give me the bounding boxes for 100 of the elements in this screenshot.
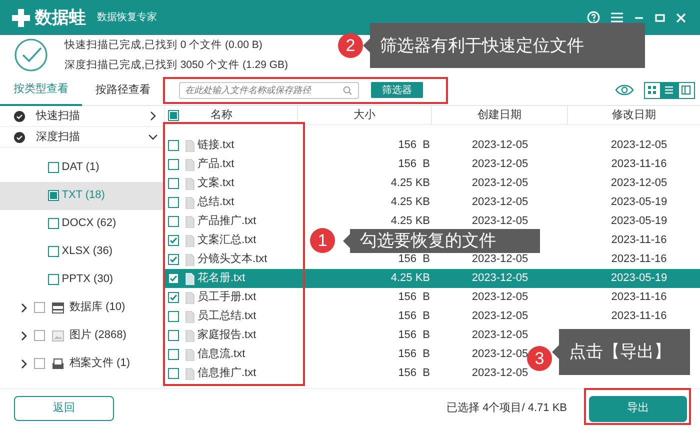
checkbox[interactable] — [168, 311, 179, 322]
file-icon — [184, 330, 195, 342]
checkbox[interactable] — [168, 292, 179, 303]
file-icon — [184, 178, 195, 190]
file-size: 4.25 KB — [390, 272, 430, 284]
modified-date: 2023-12-05 — [610, 139, 668, 152]
checkbox[interactable] — [34, 302, 45, 313]
column-header: 名称 — [210, 108, 234, 123]
file-icon — [184, 140, 195, 152]
columns-view-button[interactable] — [678, 82, 694, 98]
checkbox[interactable] — [168, 140, 179, 151]
chevron-right-icon[interactable] — [20, 330, 28, 340]
chevron-right-icon[interactable] — [20, 358, 28, 368]
modified-date: 2023-05-19 — [610, 196, 668, 208]
view-tab[interactable]: 按路径查看 — [82, 74, 164, 106]
check-circle-icon — [14, 38, 48, 72]
file-type-label[interactable]: DAT (1) — [62, 159, 100, 176]
close-icon[interactable] — [676, 12, 686, 22]
checkbox[interactable] — [48, 274, 59, 285]
chevron-right-icon[interactable] — [148, 111, 158, 121]
grid-icon — [647, 85, 657, 95]
check-circle-icon — [14, 132, 25, 142]
checkbox[interactable] — [48, 162, 59, 173]
file-name: 分镜头文本.txt — [198, 252, 268, 268]
checkbox[interactable] — [168, 273, 179, 284]
created-date: 2023-12-05 — [472, 348, 528, 360]
check-circle-icon — [14, 110, 25, 122]
file-icon — [184, 216, 195, 228]
checkbox[interactable] — [168, 349, 179, 360]
checkbox[interactable] — [34, 330, 45, 341]
help-icon[interactable] — [587, 11, 600, 24]
app-name: 数据蛙 — [34, 6, 86, 29]
search-icon[interactable] — [343, 86, 352, 94]
export-button[interactable]: 导出 — [589, 396, 687, 422]
file-name: 信息流.txt — [198, 346, 246, 362]
file-name: 家庭报告.txt — [198, 328, 256, 344]
file-icon — [184, 196, 195, 208]
grid-view-button[interactable] — [644, 82, 660, 98]
modified-date: 2023-12-05 — [610, 177, 668, 190]
file-icon — [184, 368, 195, 380]
back-button[interactable]: 返回 — [14, 396, 114, 421]
checkbox[interactable] — [168, 254, 179, 265]
column-header: 创建日期 — [432, 106, 568, 125]
file-type-label[interactable]: 档案文件 (1) — [70, 355, 130, 372]
checkbox[interactable] — [34, 358, 45, 369]
file-name: 花名册.txt — [198, 271, 246, 286]
file-size: 4.25 KB — [390, 177, 430, 190]
file-name: 员工手册.txt — [198, 290, 256, 306]
file-icon — [184, 158, 195, 170]
maximize-icon[interactable] — [655, 12, 665, 22]
file-icon — [184, 254, 195, 266]
created-date: 2023-12-05 — [472, 158, 528, 170]
file-type-label[interactable]: 图片 (2868) — [70, 327, 126, 344]
checkbox[interactable] — [168, 368, 179, 379]
modified-date: 2023-11-16 — [611, 310, 667, 322]
file-name: 总结.txt — [198, 195, 234, 210]
created-date: 2023-12-05 — [472, 177, 528, 190]
step-number: 1 — [310, 228, 335, 253]
created-date: 2023-12-05 — [472, 215, 528, 228]
file-type-label[interactable]: XLSX (36) — [62, 243, 112, 260]
menu-icon[interactable] — [611, 12, 623, 23]
chevron-down-icon[interactable] — [148, 132, 158, 142]
column-header: 大小 — [298, 106, 432, 125]
checkbox[interactable] — [48, 246, 59, 257]
eye-icon[interactable] — [614, 84, 634, 96]
created-date: 2023-12-05 — [472, 291, 528, 304]
file-type-label[interactable]: DOCX (62) — [62, 215, 116, 232]
file-name: 产品推广.txt — [198, 214, 256, 230]
scan-group-label: 快速扫描 — [36, 108, 80, 124]
file-size: 156 B — [398, 291, 430, 304]
created-date: 2023-12-05 — [472, 196, 528, 208]
view-tab[interactable]: 按类型查看 — [0, 74, 82, 106]
checkbox[interactable] — [168, 178, 179, 189]
checkbox[interactable] — [48, 218, 59, 229]
filter-button[interactable]: 筛选器 — [371, 82, 423, 98]
file-type-label[interactable]: PPTX (30) — [62, 271, 114, 288]
file-icon — [184, 348, 195, 360]
modified-date: 2023-11-16 — [611, 253, 667, 266]
file-icon — [184, 310, 195, 322]
file-icon — [184, 272, 195, 284]
checkbox[interactable] — [168, 197, 179, 208]
step-number: 3 — [527, 346, 552, 371]
file-size: 156 B — [398, 139, 430, 152]
search-field[interactable]: 在此处输入文件名称或保存路径 — [179, 82, 359, 98]
file-name: 链接.txt — [198, 138, 234, 154]
chevron-right-icon[interactable] — [20, 302, 28, 312]
created-date: 2023-12-05 — [472, 272, 528, 284]
checkbox[interactable] — [168, 159, 179, 170]
file-size: 156 B — [398, 310, 430, 322]
file-type-label[interactable]: 数据库 (10) — [70, 299, 126, 316]
checkbox[interactable] — [168, 330, 179, 341]
file-name: 文案汇总.txt — [198, 232, 256, 248]
scan-status-text: 快速扫描已完成,已找到 0 个文件 (0.00 B) — [64, 38, 264, 53]
modified-date: 2023-05-19 — [610, 215, 668, 228]
list-view-button[interactable] — [660, 82, 678, 98]
checkbox[interactable] — [168, 110, 179, 121]
checkbox[interactable] — [168, 216, 179, 227]
checkbox[interactable] — [48, 190, 59, 201]
checkbox[interactable] — [168, 235, 179, 246]
file-size: 4.25 KB — [390, 196, 430, 208]
